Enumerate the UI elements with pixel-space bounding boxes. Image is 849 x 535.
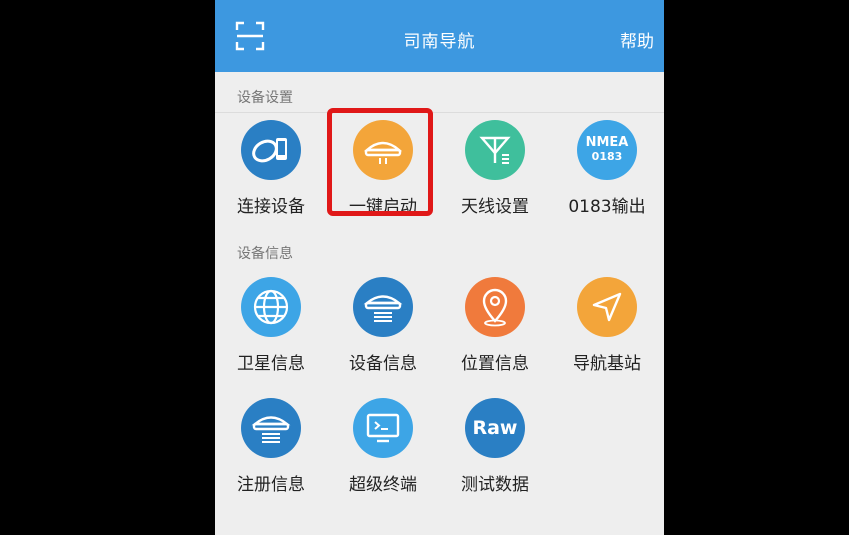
tile-label: 天线设置 <box>461 197 529 217</box>
tile-label: 超级终端 <box>349 475 417 495</box>
tile-nav-base[interactable]: 导航基站 <box>551 277 663 387</box>
app-screen: 司南导航 帮助 设备设置 连接设备 一键启动 天线设置 NMEA 0183 01… <box>215 0 664 535</box>
help-button[interactable]: 帮助 <box>620 27 654 52</box>
section-device-settings: 设备设置 <box>237 90 293 106</box>
antenna-icon <box>465 120 525 180</box>
tile-label: 连接设备 <box>237 197 305 217</box>
tile-satellite-info[interactable]: 卫星信息 <box>215 277 327 387</box>
terminal-icon <box>353 398 413 458</box>
tile-label: 测试数据 <box>461 475 529 495</box>
tile-label: 位置信息 <box>461 354 529 374</box>
tile-label: 0183输出 <box>568 197 646 217</box>
navigation-arrow-icon <box>577 277 637 337</box>
tile-label: 设备信息 <box>349 354 417 374</box>
app-header: 司南导航 帮助 <box>215 0 664 72</box>
raw-icon: Raw <box>465 398 525 458</box>
nmea-icon-text: NMEA <box>585 135 629 150</box>
globe-icon <box>241 277 301 337</box>
tile-label: 注册信息 <box>237 475 305 495</box>
receiver-info-icon <box>353 277 413 337</box>
section-device-info: 设备信息 <box>237 246 293 262</box>
tile-connect-device[interactable]: 连接设备 <box>215 120 327 230</box>
nmea-icon: NMEA 0183 <box>577 120 637 180</box>
app-title: 司南导航 <box>403 32 476 52</box>
raw-icon-text: Raw <box>472 417 518 439</box>
tile-register-info[interactable]: 注册信息 <box>215 398 327 508</box>
tile-terminal[interactable]: 超级终端 <box>327 398 439 508</box>
tile-test-data[interactable]: Raw 测试数据 <box>439 398 551 508</box>
tile-label: 卫星信息 <box>237 354 305 374</box>
tile-label: 导航基站 <box>573 354 641 374</box>
connect-device-icon <box>241 120 301 180</box>
location-pin-icon <box>465 277 525 337</box>
section-divider <box>215 112 664 113</box>
tile-antenna-settings[interactable]: 天线设置 <box>439 120 551 230</box>
nmea-icon-subtext: 0183 <box>591 150 623 163</box>
register-receiver-icon <box>241 398 301 458</box>
tile-device-info[interactable]: 设备信息 <box>327 277 439 387</box>
highlight-box <box>327 108 433 216</box>
tile-0183-output[interactable]: NMEA 0183 0183输出 <box>551 120 663 230</box>
tile-position-info[interactable]: 位置信息 <box>439 277 551 387</box>
